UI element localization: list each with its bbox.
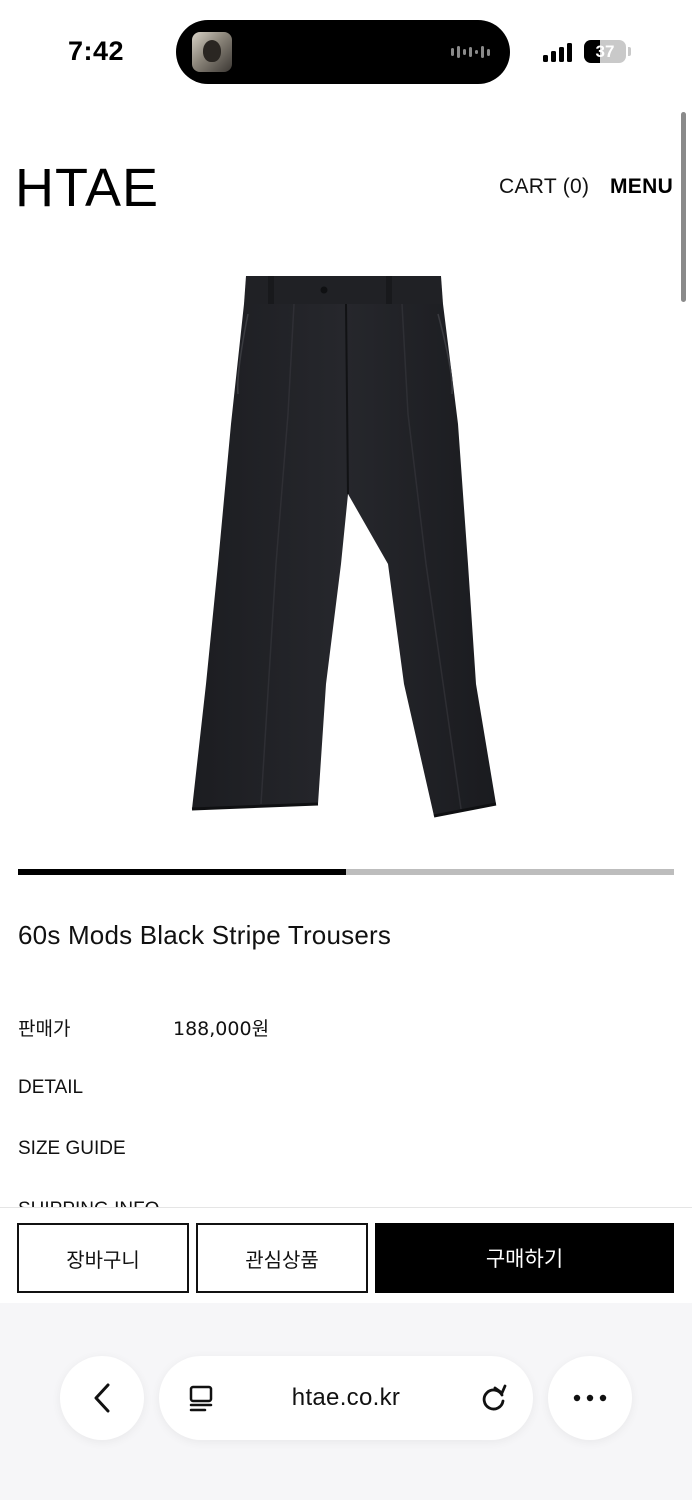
now-playing-thumbnail bbox=[192, 32, 232, 72]
cellular-signal-icon bbox=[543, 42, 572, 62]
price-label: 판매가 bbox=[18, 1018, 71, 1040]
audio-waveform-icon bbox=[451, 45, 490, 59]
battery-tip bbox=[628, 47, 631, 56]
shipping-info-toggle[interactable]: SHIPPING INFO bbox=[18, 1199, 159, 1207]
product-image[interactable] bbox=[176, 264, 516, 824]
wishlist-button[interactable]: 관심상품 bbox=[196, 1223, 368, 1293]
more-icon bbox=[573, 1394, 607, 1402]
chevron-left-icon bbox=[94, 1383, 110, 1413]
add-to-cart-button[interactable]: 장바구니 bbox=[17, 1223, 189, 1293]
more-options-button[interactable] bbox=[548, 1356, 632, 1440]
address-bar[interactable]: htae.co.kr bbox=[159, 1356, 533, 1440]
status-bar: 7:42 37 bbox=[0, 0, 692, 100]
site-logo[interactable]: HTAE bbox=[15, 158, 159, 218]
size-guide-toggle[interactable]: SIZE GUIDE bbox=[18, 1138, 126, 1160]
product-title: 60s Mods Black Stripe Trousers bbox=[18, 920, 392, 950]
menu-button[interactable]: MENU bbox=[610, 175, 673, 199]
url-text: htae.co.kr bbox=[291, 1384, 401, 1411]
cart-link[interactable]: CART (0) bbox=[499, 175, 589, 199]
gallery-progress-fill bbox=[18, 869, 346, 875]
detail-toggle[interactable]: DETAIL bbox=[18, 1077, 83, 1099]
buy-now-button[interactable]: 구매하기 bbox=[375, 1223, 674, 1293]
button-detail bbox=[320, 286, 328, 294]
battery-percentage: 37 bbox=[595, 42, 615, 61]
price-value: 188,000원 bbox=[173, 1018, 270, 1040]
reload-icon[interactable] bbox=[479, 1383, 509, 1413]
dynamic-island[interactable] bbox=[176, 20, 510, 84]
status-time: 7:42 bbox=[68, 36, 125, 66]
gallery-progress-track[interactable] bbox=[18, 869, 674, 875]
battery-icon: 37 bbox=[584, 40, 626, 63]
page-scrollbar[interactable] bbox=[681, 112, 686, 302]
back-button[interactable] bbox=[60, 1356, 144, 1440]
